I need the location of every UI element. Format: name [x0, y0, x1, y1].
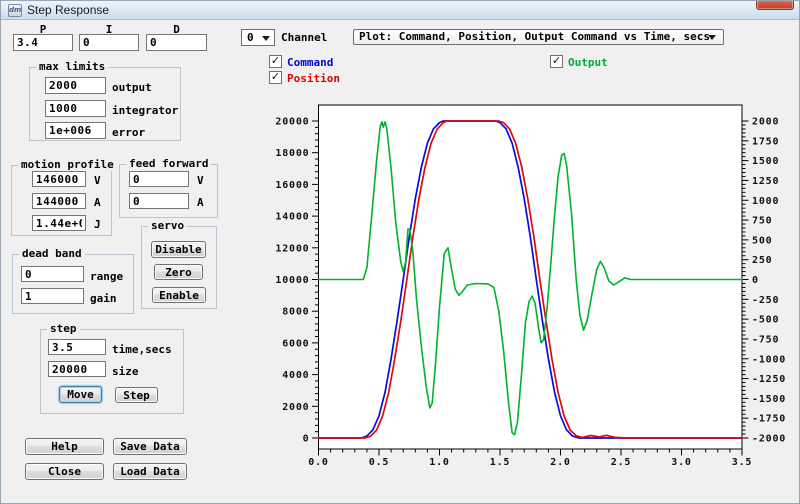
p-input[interactable]: [13, 34, 73, 51]
group-servo-title: servo: [148, 219, 187, 232]
channel-select[interactable]: 0: [241, 29, 275, 46]
profile-velocity-input[interactable]: [32, 171, 86, 187]
left-axis-tick-label: 0: [303, 434, 310, 445]
x-axis-tick-label: 1.0: [429, 457, 449, 468]
help-button[interactable]: Help: [25, 438, 104, 455]
right-axis-tick-label: -1250: [752, 374, 786, 385]
x-axis-tick-label: 2.0: [550, 457, 570, 468]
servo-zero-button[interactable]: Zero: [154, 264, 203, 280]
left-axis-tick-label: 10000: [275, 275, 309, 286]
x-axis-tick-label: 0.5: [369, 457, 389, 468]
step-response-window: dm Step Response 0.00.51.01.52.02.53.03.…: [0, 0, 800, 504]
right-axis-tick-label: 750: [752, 216, 772, 227]
x-axis-tick-label: 1.5: [490, 457, 510, 468]
x-axis-tick-label: 3.0: [671, 457, 691, 468]
chevron-down-icon: [262, 36, 270, 41]
right-axis-tick-label: 1000: [752, 196, 779, 207]
right-axis-tick-label: -1500: [752, 394, 786, 405]
profile-jerk-label: J: [94, 218, 101, 231]
max-output-label: output: [112, 81, 152, 94]
max-integrator-input[interactable]: [45, 100, 106, 117]
servo-enable-button[interactable]: Enable: [152, 287, 206, 303]
step-time-input[interactable]: [48, 339, 106, 355]
channel-select-value: 0: [247, 31, 254, 44]
right-axis-tick-label: 1250: [752, 176, 779, 187]
step-size-input[interactable]: [48, 361, 106, 377]
group-dead-band: dead band range gain: [12, 254, 134, 314]
max-error-input[interactable]: [45, 122, 106, 139]
plot-type-select[interactable]: Plot: Command, Position, Output Command …: [353, 29, 724, 45]
right-axis-tick-label: 500: [752, 235, 772, 246]
group-feed-forward: feed forward V A: [119, 164, 218, 218]
deadband-gain-input[interactable]: [21, 288, 84, 304]
right-axis-tick-label: 1750: [752, 136, 779, 147]
load-data-button[interactable]: Load Data: [113, 463, 187, 480]
left-axis-tick-label: 18000: [275, 148, 309, 159]
profile-velocity-label: V: [94, 174, 101, 187]
left-axis-tick-label: 2000: [282, 402, 309, 413]
group-step-title: step: [47, 322, 80, 335]
chevron-down-icon: [708, 35, 716, 40]
deadband-range-input[interactable]: [21, 266, 84, 282]
right-axis-tick-label: -250: [752, 295, 779, 306]
command-checkbox[interactable]: ✓: [269, 55, 282, 68]
group-max-limits-title: max limits: [36, 60, 108, 73]
max-integrator-label: integrator: [112, 104, 178, 117]
output-checkbox-label: Output: [568, 56, 608, 69]
servo-disable-button[interactable]: Disable: [151, 241, 206, 258]
d-input[interactable]: [146, 34, 207, 51]
left-axis-tick-label: 12000: [275, 243, 309, 254]
move-button[interactable]: Move: [59, 386, 102, 403]
group-feed-forward-title: feed forward: [126, 157, 211, 170]
ff-accel-input[interactable]: [129, 193, 189, 209]
right-axis-tick-label: 1500: [752, 156, 779, 167]
profile-accel-label: A: [94, 196, 101, 209]
position-checkbox-label: Position: [287, 72, 340, 85]
left-axis-tick-label: 14000: [275, 212, 309, 223]
step-button[interactable]: Step: [115, 387, 158, 403]
left-axis-tick-label: 16000: [275, 180, 309, 191]
left-axis-tick-label: 20000: [275, 117, 309, 128]
group-step: step time,secs size Move Step: [40, 329, 184, 414]
profile-accel-input[interactable]: [32, 193, 86, 209]
right-axis-tick-label: -2000: [752, 434, 786, 445]
right-axis-tick-label: -500: [752, 315, 779, 326]
step-time-label: time,secs: [112, 343, 172, 356]
group-motion-profile: motion profile V A J: [11, 165, 112, 236]
channel-label: Channel: [281, 31, 327, 44]
ff-accel-label: A: [197, 196, 204, 209]
group-max-limits: max limits output integrator error: [29, 67, 181, 141]
group-motion-profile-title: motion profile: [18, 158, 117, 171]
right-axis-tick-label: 2000: [752, 117, 779, 128]
plot-type-select-value: Plot: Command, Position, Output Command …: [359, 30, 710, 43]
profile-jerk-input[interactable]: [32, 215, 86, 231]
output-checkbox[interactable]: ✓: [550, 55, 563, 68]
close-button[interactable]: Close: [25, 463, 104, 480]
i-input[interactable]: [79, 34, 139, 51]
right-axis-tick-label: -1750: [752, 414, 786, 425]
plot-area: [319, 105, 743, 449]
max-output-input[interactable]: [45, 77, 106, 94]
left-axis-tick-label: 8000: [282, 307, 309, 318]
group-dead-band-title: dead band: [19, 247, 85, 260]
right-axis-tick-label: 250: [752, 255, 772, 266]
x-axis-tick-label: 3.5: [732, 457, 752, 468]
group-servo: servo Disable Zero Enable: [141, 226, 217, 309]
right-axis-tick-label: -1000: [752, 354, 786, 365]
save-data-button[interactable]: Save Data: [113, 438, 187, 455]
right-axis-tick-label: -750: [752, 334, 779, 345]
x-axis-tick-label: 2.5: [611, 457, 631, 468]
ff-velocity-input[interactable]: [129, 171, 189, 187]
step-size-label: size: [112, 365, 139, 378]
deadband-gain-label: gain: [90, 292, 117, 305]
x-axis-tick-label: 0.0: [308, 457, 328, 468]
right-axis-tick-label: 0: [752, 275, 759, 286]
command-checkbox-label: Command: [287, 56, 333, 69]
ff-velocity-label: V: [197, 174, 204, 187]
left-axis-tick-label: 6000: [282, 338, 309, 349]
left-axis-tick-label: 4000: [282, 370, 309, 381]
max-error-label: error: [112, 126, 145, 139]
position-checkbox[interactable]: ✓: [269, 71, 282, 84]
deadband-range-label: range: [90, 270, 123, 283]
